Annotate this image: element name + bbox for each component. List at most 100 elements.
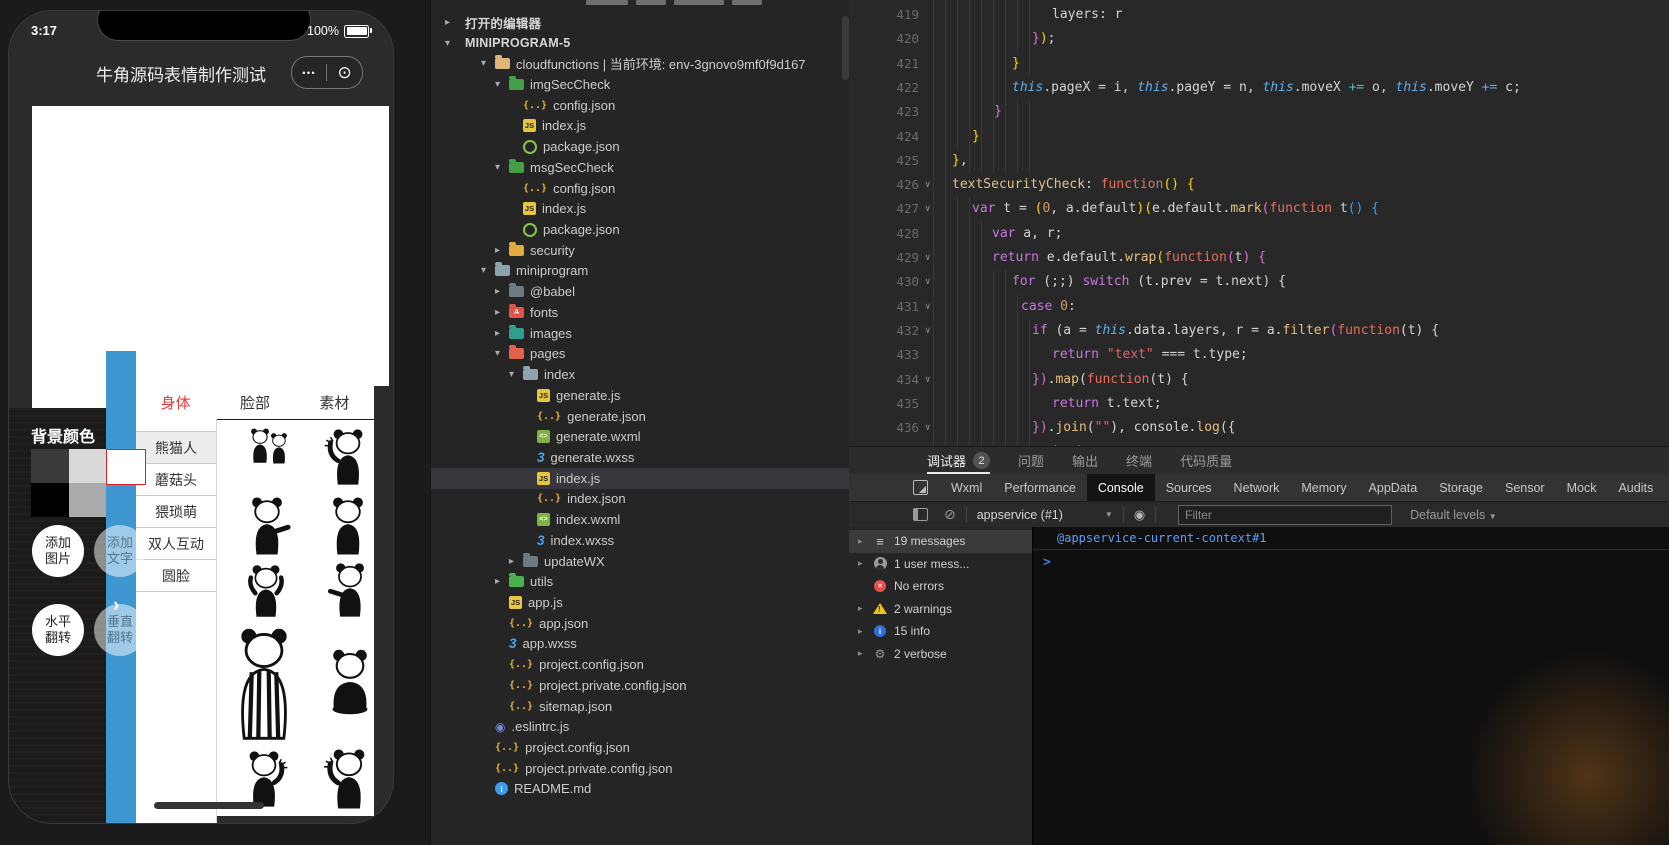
target-icon[interactable]: ⊙ xyxy=(338,64,352,81)
tree-item[interactable]: {..} app.json xyxy=(431,613,850,634)
tree-item[interactable]: {..} project.config.json xyxy=(431,737,850,758)
tree-item[interactable]: package.json xyxy=(431,136,850,157)
panel-tab-代码质量[interactable]: 代码质量 xyxy=(1180,447,1232,474)
panda-sticker-wave2[interactable] xyxy=(315,747,374,811)
explorer-scrollbar[interactable] xyxy=(842,16,849,80)
devtools-tab-appdata[interactable]: AppData xyxy=(1358,474,1429,501)
panda-sticker-point[interactable] xyxy=(229,495,305,557)
panel-tab-输出[interactable]: 输出 xyxy=(1072,447,1098,474)
tree-item[interactable]: i README.md xyxy=(431,779,850,800)
console-filter-verbose[interactable]: ▸ ⚙ 2 verbose xyxy=(849,643,1032,666)
context-selector[interactable]: appservice (#1) ▼ xyxy=(977,508,1113,522)
devtools-tab-console[interactable]: Console xyxy=(1086,474,1155,501)
fold-icon[interactable]: ∨ xyxy=(925,270,930,294)
category-item[interactable]: 熊猫人 xyxy=(136,431,216,464)
color-swatch[interactable] xyxy=(69,483,107,517)
panda-sticker-sit[interactable] xyxy=(317,647,374,717)
tree-item[interactable]: 3 generate.wxss xyxy=(431,447,850,468)
category-item[interactable]: 蘑菇头 xyxy=(136,464,216,496)
console-prompt[interactable]: > xyxy=(1043,555,1051,570)
console-filter-input[interactable] xyxy=(1178,504,1393,525)
tree-item[interactable]: ▾ msgSecCheck xyxy=(431,157,850,178)
tree-item[interactable]: ▾ MINIPROGRAM-5 xyxy=(431,33,850,54)
tree-item[interactable]: JS app.js xyxy=(431,592,850,613)
tree-item[interactable]: package.json xyxy=(431,219,850,240)
tree-item[interactable]: {..} sitemap.json xyxy=(431,696,850,717)
tree-item[interactable]: JS index.js xyxy=(431,116,850,137)
devtools-tab-storage[interactable]: Storage xyxy=(1428,474,1494,501)
panda-sticker-up[interactable] xyxy=(227,563,305,619)
devtools-tab-memory[interactable]: Memory xyxy=(1290,474,1357,501)
fold-icon[interactable]: ∨ xyxy=(925,319,930,343)
console-filter-info[interactable]: ▸ i 15 info xyxy=(849,620,1032,643)
tab-脸部[interactable]: 脸部 xyxy=(215,392,294,413)
category-item[interactable]: 猥琐萌 xyxy=(136,496,216,528)
tree-item[interactable]: ▾ pages xyxy=(431,344,850,365)
more-icon[interactable]: ••• xyxy=(302,68,316,78)
fold-icon[interactable]: ∨ xyxy=(925,295,930,319)
panda-sticker-pair[interactable] xyxy=(231,427,305,487)
tree-item[interactable]: <> generate.wxml xyxy=(431,426,850,447)
fold-icon[interactable]: ∨ xyxy=(925,246,930,270)
console-filter-list[interactable]: ▸ ≡ 19 messages xyxy=(849,530,1032,553)
dock-side-icon[interactable] xyxy=(913,508,928,521)
tree-item[interactable]: {..} config.json xyxy=(431,95,850,116)
tree-item[interactable]: JS index.js xyxy=(431,198,850,219)
fold-icon[interactable]: ∨ xyxy=(925,416,930,440)
color-swatch[interactable] xyxy=(69,449,107,483)
tree-item[interactable]: {..} generate.json xyxy=(431,406,850,427)
tree-item[interactable]: ▸ images xyxy=(431,323,850,344)
panda-sticker-wave[interactable] xyxy=(231,749,297,809)
clear-console-icon[interactable]: ⊘ xyxy=(944,506,956,523)
panel-tab-问题[interactable]: 问题 xyxy=(1018,447,1044,474)
eye-icon[interactable]: ◉ xyxy=(1134,507,1145,523)
console-filter-warning[interactable]: ▸ 2 warnings xyxy=(849,598,1032,621)
tool-button[interactable]: 添加 图片 xyxy=(32,525,84,577)
category-item[interactable]: 双人互动 xyxy=(136,528,216,560)
tool-button[interactable]: 垂直 翻转 xyxy=(94,604,146,656)
devtools-tab-network[interactable]: Network xyxy=(1223,474,1291,501)
sticker-canvas[interactable] xyxy=(32,106,389,386)
tree-item[interactable]: ▸ 打开的编辑器 xyxy=(431,12,850,33)
devtools-tab-performance[interactable]: Performance xyxy=(993,474,1087,501)
color-swatch[interactable] xyxy=(31,449,69,483)
capsule-menu[interactable]: ••• ⊙ xyxy=(291,56,363,89)
tree-item[interactable]: <> index.wxml xyxy=(431,509,850,530)
chevron-right-icon[interactable]: › xyxy=(113,595,119,617)
color-swatch[interactable] xyxy=(31,483,69,517)
tree-item[interactable]: ▾ index xyxy=(431,364,850,385)
panda-sticker-striped[interactable] xyxy=(225,625,303,743)
devtools-tab-wxml[interactable]: Wxml xyxy=(940,474,993,501)
fold-icon[interactable]: ∨ xyxy=(925,173,930,197)
tree-item[interactable]: 3 app.wxss xyxy=(431,634,850,655)
tab-素材[interactable]: 素材 xyxy=(295,392,374,413)
panel-tab-调试器[interactable]: 调试器 2 xyxy=(927,447,991,474)
tree-item[interactable]: JS index.js xyxy=(431,467,850,489)
log-levels-dropdown[interactable]: Default levels ▼ xyxy=(1410,508,1496,522)
tree-item[interactable]: ▸ updateWX xyxy=(431,551,850,572)
console-filter-user[interactable]: ▸ 1 user mess... xyxy=(849,553,1032,576)
tool-button[interactable]: 水平 翻转 xyxy=(32,604,84,656)
tree-item[interactable]: ◉ .eslintrc.js xyxy=(431,716,850,737)
tree-item[interactable]: 3 index.wxss xyxy=(431,530,850,551)
tree-item[interactable]: ▾ imgSecCheck xyxy=(431,74,850,95)
tree-item[interactable]: ▸ utils xyxy=(431,571,850,592)
code-editor[interactable]: 419 layers: r 420}); 421} 422 this.pageX = i,… xyxy=(849,0,1669,446)
panel-tab-终端[interactable]: 终端 xyxy=(1126,447,1152,474)
color-swatch[interactable] xyxy=(106,449,146,485)
tool-button[interactable]: 添加 文字 xyxy=(94,525,146,577)
console-filter-error[interactable]: ✕ No errors xyxy=(849,575,1032,598)
category-item[interactable]: 圆脸 xyxy=(136,560,216,592)
tab-身体[interactable]: 身体 xyxy=(136,392,215,413)
tree-item[interactable]: ▾ miniprogram xyxy=(431,261,850,282)
console-output[interactable]: @appservice-current-context#1 > xyxy=(1033,527,1669,845)
tree-item[interactable]: {..} index.json xyxy=(431,489,850,510)
drawer-handle[interactable] xyxy=(106,351,136,823)
tree-item[interactable]: JS generate.js xyxy=(431,385,850,406)
devtools-tab-sources[interactable]: Sources xyxy=(1155,474,1223,501)
devtools-tab-audits[interactable]: Audits xyxy=(1607,474,1664,501)
panda-sticker-sling[interactable] xyxy=(315,427,374,487)
panda-sticker-stand[interactable] xyxy=(317,495,374,557)
tree-item[interactable]: {..} project.private.config.json xyxy=(431,758,850,779)
tree-item[interactable]: ▾ cloudfunctions | 当前环境: env-3gnovo9mf0f9… xyxy=(431,53,850,74)
